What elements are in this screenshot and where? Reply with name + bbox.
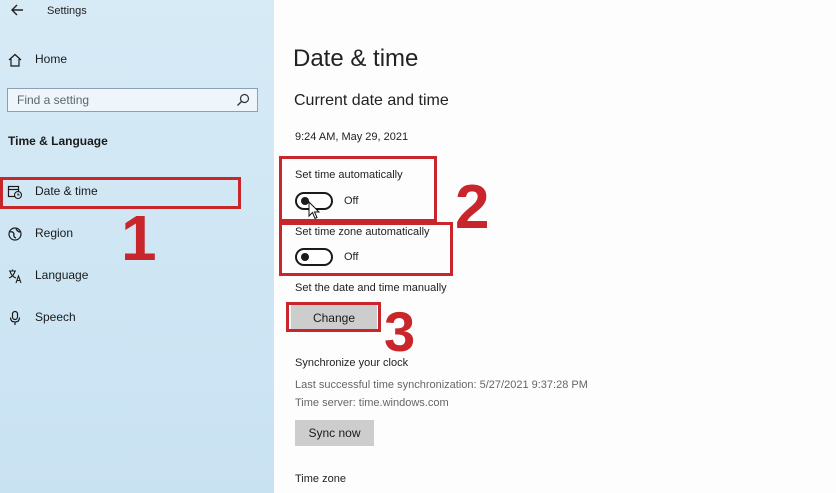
last-sync-text: Last successful time synchronization: 5/…	[295, 379, 588, 391]
sidebar-item-label: Region	[35, 226, 74, 240]
sidebar-item-label: Language	[35, 268, 89, 282]
highlight-box-change	[286, 302, 381, 332]
manual-label: Set the date and time manually	[295, 282, 447, 294]
section-title: Time & Language	[8, 134, 108, 148]
time-zone-label: Time zone	[295, 473, 346, 485]
back-arrow-icon[interactable]	[8, 3, 26, 21]
sidebar-item-label: Home	[35, 52, 68, 66]
sidebar-item-home[interactable]: Home	[0, 45, 274, 75]
language-icon	[7, 268, 23, 284]
current-datetime: 9:24 AM, May 29, 2021	[295, 131, 409, 143]
step-number-1: 1	[121, 202, 157, 274]
sync-now-button[interactable]: Sync now	[295, 420, 374, 446]
home-icon	[7, 52, 23, 68]
search-input[interactable]	[8, 89, 232, 111]
window-title: Settings	[47, 5, 87, 17]
step-number-3: 3	[384, 300, 416, 363]
section-heading: Current date and time	[294, 92, 449, 109]
highlight-box-time-auto	[279, 156, 437, 222]
page-title: Date & time	[293, 45, 419, 72]
highlight-box-timezone-auto	[279, 222, 453, 276]
microphone-icon	[7, 310, 23, 326]
search-icon[interactable]	[236, 93, 250, 107]
step-number-2: 2	[455, 173, 490, 242]
sidebar-item-label: Speech	[35, 310, 76, 324]
globe-icon	[7, 226, 23, 242]
sidebar-item-speech[interactable]: Speech	[0, 303, 274, 333]
time-server-text: Time server: time.windows.com	[295, 397, 449, 409]
search-box[interactable]	[7, 88, 258, 112]
